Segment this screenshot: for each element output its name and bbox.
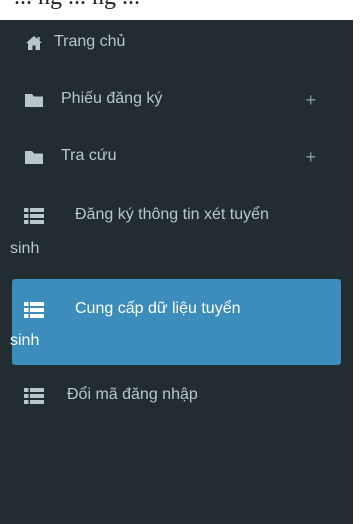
sidebar-item-label-line1: Cung cấp dữ liệu tuyển — [75, 300, 241, 317]
expand-plus-icon[interactable]: + — [305, 145, 316, 169]
list-icon — [24, 300, 44, 320]
cut-off-heading: ... ng ... ng ... — [14, 0, 140, 11]
sidebar-item-label-line2: sinh — [10, 240, 40, 257]
sidebar-item-change-password[interactable]: Đổi mã đăng nhập — [0, 383, 353, 409]
sidebar-item-lookup[interactable]: Tra cứu + — [0, 144, 353, 170]
sidebar-menu: Trang chủ Phiếu đăng ký + Tra cứu + Đăng… — [0, 20, 353, 524]
sidebar-item-label: Trang chủ — [54, 33, 126, 50]
sidebar-item-label: Đổi mã đăng nhập — [67, 386, 198, 403]
sidebar-item-registration-form[interactable]: Phiếu đăng ký + — [0, 87, 353, 113]
sidebar-item-label: Tra cứu — [61, 147, 117, 164]
top-strip: ... ng ... ng ... — [0, 0, 360, 20]
sidebar-item-admission-info-registration[interactable]: Đăng ký thông tin xét tuyển sinh — [0, 201, 353, 261]
sidebar-item-label-line2: sinh — [10, 332, 40, 349]
home-icon — [24, 33, 44, 53]
sidebar-item-home[interactable]: Trang chủ — [0, 30, 353, 56]
list-icon — [24, 386, 44, 406]
sidebar-item-label: Phiếu đăng ký — [61, 90, 163, 107]
sidebar-item-provide-admission-data[interactable]: Cung cấp dữ liệu tuyển sinh — [10, 279, 341, 365]
expand-plus-icon[interactable]: + — [305, 88, 316, 112]
folder-icon — [24, 147, 44, 167]
folder-icon — [24, 90, 44, 110]
sidebar-item-label-line1: Đăng ký thông tin xét tuyển — [75, 206, 269, 223]
list-icon — [24, 206, 44, 226]
